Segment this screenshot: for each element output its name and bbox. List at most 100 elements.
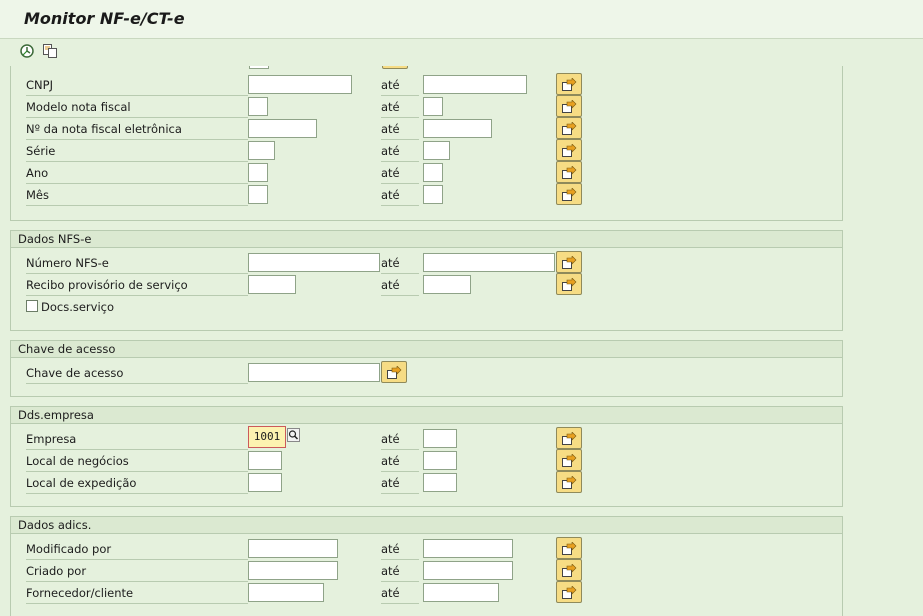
ate-label: até bbox=[381, 539, 419, 560]
ate-label: até bbox=[381, 429, 419, 450]
row-docs-servico: Docs.serviço bbox=[11, 297, 842, 319]
ano-to-input[interactable] bbox=[423, 163, 443, 182]
row-local-negocios: Local de negócios até bbox=[11, 449, 842, 473]
numero-nfe-multiple-select-button[interactable] bbox=[556, 117, 582, 139]
recibo-from-input[interactable] bbox=[248, 275, 296, 294]
chave-multiple-select-button[interactable] bbox=[381, 361, 407, 383]
local-negocios-from-input[interactable] bbox=[248, 451, 282, 470]
modelo-from-input[interactable] bbox=[248, 97, 268, 116]
row-modelo: Modelo nota fiscal até bbox=[11, 95, 842, 119]
group-adics-title: Dados adics. bbox=[11, 517, 842, 534]
ate-label: até bbox=[381, 75, 419, 96]
partial-input[interactable] bbox=[249, 66, 269, 69]
local-negocios-to-input[interactable] bbox=[423, 451, 457, 470]
label-chave: Chave de acesso bbox=[26, 363, 248, 384]
ate-label: até bbox=[381, 185, 419, 206]
group-chave-title: Chave de acesso bbox=[11, 341, 842, 358]
mes-multiple-select-button[interactable] bbox=[556, 183, 582, 205]
label-modificado-por: Modificado por bbox=[26, 539, 248, 560]
ate-label: até bbox=[381, 451, 419, 472]
empresa-multiple-select-button[interactable] bbox=[556, 427, 582, 449]
docs-servico-label: Docs.serviço bbox=[41, 300, 115, 314]
row-modificado-por: Modificado por até bbox=[11, 537, 842, 561]
row-numero-nfe: Nº da nota fiscal eletrônica até bbox=[11, 117, 842, 141]
fornecedor-cliente-multiple-select-button[interactable] bbox=[556, 581, 582, 603]
chave-input[interactable] bbox=[248, 363, 380, 382]
row-serie: Série até bbox=[11, 139, 842, 163]
numero-nfse-to-input[interactable] bbox=[423, 253, 555, 272]
numero-nfe-to-input[interactable] bbox=[423, 119, 492, 138]
row-empresa: Empresa 1001 até bbox=[11, 426, 842, 451]
row-cnpj: CNPJ até bbox=[11, 73, 842, 97]
group-nfse-title: Dados NFS-e bbox=[11, 231, 842, 248]
row-numero-nfse: Número NFS-e até bbox=[11, 251, 842, 275]
group-empresa: Dds.empresa Empresa 1001 até Local de ne… bbox=[10, 406, 843, 507]
ate-label: até bbox=[381, 163, 419, 184]
empresa-from-input[interactable]: 1001 bbox=[248, 426, 286, 448]
get-variant-icon[interactable] bbox=[42, 43, 60, 61]
ano-from-input[interactable] bbox=[248, 163, 268, 182]
row-local-expedicao: Local de expedição até bbox=[11, 471, 842, 495]
numero-nfse-from-input[interactable] bbox=[248, 253, 380, 272]
recibo-to-input[interactable] bbox=[423, 275, 471, 294]
ate-label: até bbox=[381, 141, 419, 162]
fornecedor-cliente-to-input[interactable] bbox=[423, 583, 499, 602]
label-mes: Mês bbox=[26, 185, 248, 206]
serie-from-input[interactable] bbox=[248, 141, 275, 160]
label-serie: Série bbox=[26, 141, 248, 162]
row-chave: Chave de acesso bbox=[11, 361, 842, 385]
ate-label: até bbox=[381, 473, 419, 494]
modificado-por-multiple-select-button[interactable] bbox=[556, 537, 582, 559]
modelo-to-input[interactable] bbox=[423, 97, 443, 116]
group-adics: Dados adics. Modificado por até Criado p… bbox=[10, 516, 843, 616]
group-empresa-title: Dds.empresa bbox=[11, 407, 842, 424]
label-local-negocios: Local de negócios bbox=[26, 451, 248, 472]
execute-icon[interactable] bbox=[19, 43, 37, 61]
label-modelo: Modelo nota fiscal bbox=[26, 97, 248, 118]
group-nfse: Dados NFS-e Número NFS-e até Recibo prov… bbox=[10, 230, 843, 331]
label-recibo: Recibo provisório de serviço bbox=[26, 275, 248, 296]
row-mes: Mês até bbox=[11, 183, 842, 207]
ate-label: até bbox=[381, 119, 419, 140]
recibo-multiple-select-button[interactable] bbox=[556, 273, 582, 295]
label-local-expedicao: Local de expedição bbox=[26, 473, 248, 494]
numero-nfse-multiple-select-button[interactable] bbox=[556, 251, 582, 273]
criado-por-to-input[interactable] bbox=[423, 561, 513, 580]
page-title: Monitor NF-e/CT-e bbox=[24, 9, 185, 28]
ate-label: até bbox=[381, 561, 419, 582]
label-cnpj: CNPJ bbox=[26, 75, 248, 96]
label-numero-nfse: Número NFS-e bbox=[26, 253, 248, 274]
ate-label: até bbox=[381, 253, 419, 274]
cnpj-multiple-select-button[interactable] bbox=[556, 73, 582, 95]
numero-nfe-from-input[interactable] bbox=[248, 119, 317, 138]
label-numero-nfe: Nº da nota fiscal eletrônica bbox=[26, 119, 248, 140]
mes-to-input[interactable] bbox=[423, 185, 443, 204]
empresa-to-input[interactable] bbox=[423, 429, 457, 448]
modelo-multiple-select-button[interactable] bbox=[556, 95, 582, 117]
application-toolbar bbox=[0, 39, 923, 65]
partial-select-button[interactable] bbox=[382, 66, 408, 69]
modificado-por-to-input[interactable] bbox=[423, 539, 513, 558]
serie-to-input[interactable] bbox=[423, 141, 450, 160]
title-bar: Monitor NF-e/CT-e bbox=[0, 0, 923, 39]
cnpj-from-input[interactable] bbox=[248, 75, 352, 94]
criado-por-multiple-select-button[interactable] bbox=[556, 559, 582, 581]
criado-por-from-input[interactable] bbox=[248, 561, 338, 580]
docs-servico-checkbox[interactable] bbox=[26, 300, 38, 312]
modificado-por-from-input[interactable] bbox=[248, 539, 338, 558]
local-expedicao-multiple-select-button[interactable] bbox=[556, 471, 582, 493]
cnpj-to-input[interactable] bbox=[423, 75, 527, 94]
selection-screen[interactable]: CNPJ até Modelo nota fiscal até Nº da no… bbox=[0, 66, 923, 616]
search-help-icon[interactable] bbox=[287, 428, 300, 442]
local-expedicao-from-input[interactable] bbox=[248, 473, 282, 492]
ano-multiple-select-button[interactable] bbox=[556, 161, 582, 183]
local-expedicao-to-input[interactable] bbox=[423, 473, 457, 492]
label-fornecedor-cliente: Fornecedor/cliente bbox=[26, 583, 248, 604]
local-negocios-multiple-select-button[interactable] bbox=[556, 449, 582, 471]
fornecedor-cliente-from-input[interactable] bbox=[248, 583, 324, 602]
row-criado-por: Criado por até bbox=[11, 559, 842, 583]
label-empresa: Empresa bbox=[26, 429, 248, 450]
mes-from-input[interactable] bbox=[248, 185, 268, 204]
row-ano: Ano até bbox=[11, 161, 842, 185]
serie-multiple-select-button[interactable] bbox=[556, 139, 582, 161]
